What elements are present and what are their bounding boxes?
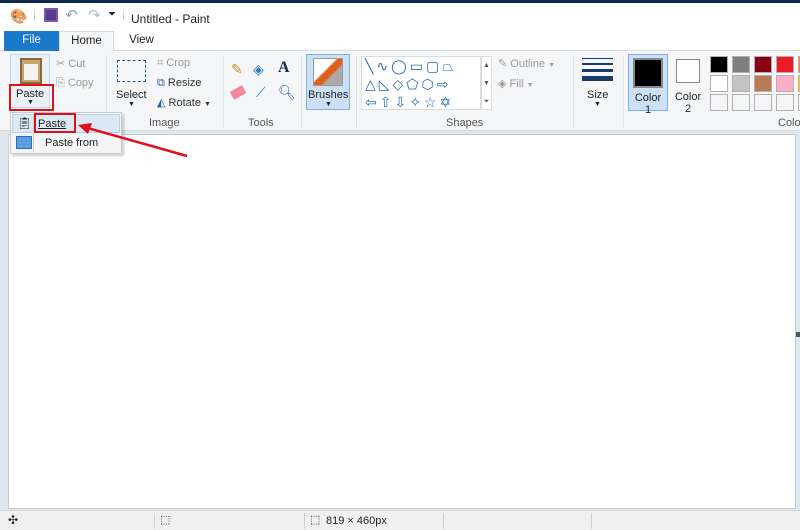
window-title: Untitled - Paint	[131, 12, 210, 26]
palette-swatch[interactable]	[710, 56, 728, 73]
cut-button[interactable]: ✂ Cut	[56, 57, 85, 70]
chevron-down-icon: ▼	[325, 101, 332, 108]
select-icon	[117, 60, 146, 82]
shapes-row[interactable]: △◺◇⬠⬡⇨	[365, 75, 480, 93]
shapes-row[interactable]: ⇦⇧⇩✧☆✡	[365, 93, 480, 111]
annotation-arrow	[78, 123, 188, 158]
palette-swatch[interactable]	[776, 75, 794, 92]
canvas-resize-handle[interactable]	[796, 332, 800, 337]
clipboard-icon: 📋︎	[17, 116, 33, 130]
palette-empty-slot[interactable]	[754, 94, 772, 111]
paste-from-icon	[16, 136, 32, 149]
chevron-down-icon: ▼	[128, 101, 135, 108]
scissors-icon: ✂	[56, 58, 66, 70]
title-bar: 🎨 | ↶ ↷ ⏷ | Untitled - Paint	[0, 3, 800, 31]
magnifier-icon[interactable]: 🔍︎	[278, 84, 296, 101]
tab-file[interactable]: File	[4, 31, 59, 51]
cut-label: Cut	[68, 58, 86, 70]
fill-label: Fill	[509, 78, 524, 90]
rotate-icon: ◭	[157, 97, 166, 109]
outline-label: Outline	[510, 58, 546, 70]
palette-swatch[interactable]	[776, 56, 794, 73]
resize-button[interactable]: ⧉ Resize	[157, 77, 202, 90]
fill-icon: ◈	[498, 78, 507, 90]
chevron-down-icon: ▼	[594, 101, 601, 108]
palette-empty-slot[interactable]	[732, 94, 750, 111]
clipboard-icon	[20, 58, 42, 84]
select-label: Select	[116, 89, 147, 101]
color-picker-icon[interactable]: ⟋	[256, 84, 266, 101]
color1-swatch	[633, 58, 663, 88]
line-size-icon	[582, 76, 613, 81]
palette-empty-slot[interactable]	[776, 94, 794, 111]
annotation-highlight-paste-button	[9, 84, 54, 111]
outline-button[interactable]: ✎ Outline ▼	[498, 57, 555, 70]
shapes-gallery[interactable]: ╲∿◯▭▢⏢ △◺◇⬠⬡⇨ ⇦⇧⇩✧☆✡	[361, 56, 481, 110]
customize-quick-access-icon[interactable]: ⏷	[108, 9, 116, 20]
brush-icon	[313, 58, 343, 86]
ribbon-tabs: File Home View	[0, 31, 800, 52]
fill-button[interactable]: ◈ Fill ▼	[498, 77, 534, 90]
brushes-button[interactable]: Brushes ▼	[306, 54, 350, 110]
color2-label: Color	[674, 91, 702, 103]
size-label: Size	[587, 89, 609, 101]
shapes-scroll[interactable]: ▲ ▼ ⏷	[481, 56, 492, 110]
selection-size-icon: ⬚	[160, 514, 171, 526]
color2-swatch	[676, 59, 700, 83]
outline-icon: ✎	[498, 58, 508, 70]
crop-icon: ⌗	[157, 57, 164, 69]
color1-number: 1	[644, 104, 652, 116]
pencil-icon[interactable]: ✎	[231, 61, 243, 78]
copy-button[interactable]: ⎘ Copy	[56, 77, 94, 90]
palette-swatch[interactable]	[754, 75, 772, 92]
drawing-canvas[interactable]	[8, 134, 796, 509]
brushes-label: Brushes	[308, 89, 349, 101]
paint-app-icon: 🎨	[10, 8, 28, 24]
copy-icon: ⎘	[56, 77, 65, 89]
palette-swatch[interactable]	[732, 75, 750, 92]
tab-view[interactable]: View	[114, 31, 169, 51]
canvas-size-icon: ⬚	[310, 514, 321, 526]
crop-button[interactable]: ⌗ Crop	[157, 57, 190, 70]
palette-swatch[interactable]	[754, 56, 772, 73]
save-icon[interactable]	[44, 8, 58, 22]
eraser-icon[interactable]	[229, 85, 247, 100]
palette-empty-slot[interactable]	[710, 94, 728, 111]
undo-icon[interactable]: ↶	[65, 6, 78, 24]
color2-button[interactable]: Color 2	[670, 54, 706, 115]
status-bar: ✣ ⬚ ⬚ 819 × 460px	[0, 510, 800, 530]
group-label-tools: Tools	[248, 117, 274, 129]
group-label-shapes: Shapes	[446, 117, 484, 129]
rotate-label: Rotate	[168, 97, 201, 109]
text-tool-icon[interactable]: A	[278, 59, 290, 77]
tab-home[interactable]: Home	[59, 31, 114, 52]
select-button[interactable]: Select ▼	[112, 55, 152, 111]
size-button[interactable]: Size ▼	[578, 55, 618, 111]
resize-icon: ⧉	[157, 77, 165, 89]
color2-number: 2	[684, 103, 692, 115]
cursor-position-icon: ✣	[8, 513, 19, 527]
rotate-button[interactable]: ◭ Rotate ▼	[157, 96, 211, 109]
redo-icon[interactable]: ↷	[88, 6, 101, 24]
color1-label: Color	[634, 92, 662, 104]
canvas-size-text: 819 × 460px	[326, 515, 387, 527]
copy-label: Copy	[67, 77, 94, 89]
palette-swatch[interactable]	[710, 75, 728, 92]
group-label-colors: Colo	[778, 117, 800, 129]
fill-bucket-icon[interactable]: ◈	[253, 61, 264, 78]
palette-swatch[interactable]	[732, 56, 750, 73]
shapes-row[interactable]: ╲∿◯▭▢⏢	[365, 57, 480, 75]
crop-label: Crop	[166, 57, 191, 69]
color1-button[interactable]: Color 1	[628, 54, 668, 116]
resize-label: Resize	[167, 77, 202, 89]
